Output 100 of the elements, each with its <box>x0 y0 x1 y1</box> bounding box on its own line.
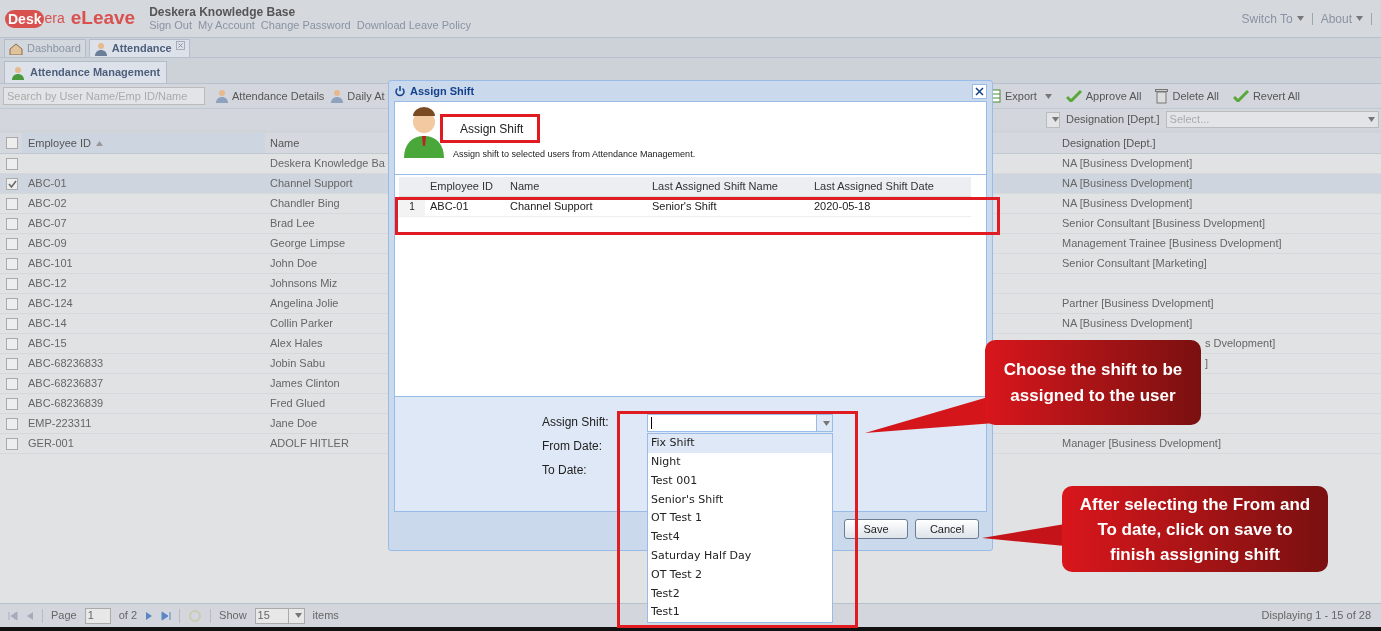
items-label: items <box>312 608 339 624</box>
toolbar-button[interactable]: Daily At <box>330 87 385 105</box>
row-checkbox[interactable] <box>6 377 18 390</box>
table-cell: Collin Parker <box>270 317 333 330</box>
person-icon <box>330 89 345 103</box>
toolbar-button[interactable]: Revert All <box>1232 87 1300 105</box>
row-checkbox[interactable] <box>6 177 18 190</box>
dropdown-option[interactable]: Fix Shift <box>648 434 832 453</box>
table-cell: ABC-15 <box>28 337 67 350</box>
table-cell: ABC-01 <box>28 177 67 190</box>
last-page-icon[interactable] <box>161 610 172 621</box>
close-icon[interactable] <box>175 41 185 50</box>
sort-icon <box>96 140 103 146</box>
page-size-select[interactable]: 15 <box>254 607 305 624</box>
check-icon <box>1065 90 1082 102</box>
house-icon <box>9 42 23 55</box>
caret-icon <box>823 420 830 426</box>
page-field[interactable]: 1 <box>84 607 111 624</box>
shift-combo[interactable] <box>647 414 833 432</box>
table-cell: Jobin Sabu <box>270 357 326 370</box>
table-cell: Partner [Business Dvelopment] <box>1062 297 1214 310</box>
table-cell: ABC-14 <box>28 317 67 330</box>
caret-icon <box>294 613 302 618</box>
table-cell: NA [Business Dvelopment] <box>1062 197 1193 210</box>
row-checkbox[interactable] <box>6 297 18 310</box>
caret-icon <box>1051 117 1059 122</box>
row-checkbox[interactable] <box>6 397 18 410</box>
person-icon <box>215 89 229 103</box>
dropdown-option[interactable]: Test 001 <box>648 471 832 491</box>
table-cell: John Doe <box>270 257 318 270</box>
sub-tab[interactable]: Attendance Management <box>4 61 168 83</box>
table-cell: NA [Business Dvelopment] <box>1062 317 1193 330</box>
row-checkbox[interactable] <box>6 277 18 290</box>
field-label: Assign Shift: <box>542 414 609 429</box>
table-cell: Senior Consultant [Business Dvelopment] <box>1062 217 1265 230</box>
table-cell-text: 2020-05-18 <box>813 199 872 215</box>
table-cell: George Limpse <box>270 237 346 250</box>
table-cell: ABC-68236833 <box>28 357 104 370</box>
row-checkbox[interactable] <box>6 197 18 210</box>
previous-page-icon[interactable] <box>26 610 34 621</box>
table-cell: Chandler Bing <box>270 197 340 210</box>
table-cell: Fred Glued <box>270 397 326 410</box>
row-checkbox[interactable] <box>6 437 18 450</box>
product-name: eLeave <box>70 6 136 31</box>
column-header[interactable]: Designation [Dept.] <box>1057 134 1381 152</box>
row-checkbox[interactable] <box>6 217 18 230</box>
field-label: From Date: <box>542 438 602 453</box>
dropdown-option[interactable]: Test1 <box>648 603 832 622</box>
dialog-button[interactable]: Save <box>844 519 908 539</box>
table-cell: NA [Business Dvelopment] <box>1062 157 1193 170</box>
dropdown-option[interactable]: OT Test 2 <box>648 565 832 585</box>
dropdown-option[interactable]: Night <box>648 452 832 472</box>
toolbar-button[interactable]: Attendance Details <box>215 87 325 105</box>
person-icon <box>93 41 108 56</box>
table-cell: s Dvelopment] <box>1205 337 1276 350</box>
row-checkbox[interactable] <box>6 357 18 370</box>
row-checkbox[interactable] <box>6 257 18 270</box>
row-checkbox[interactable] <box>6 157 18 170</box>
company-name: Deskera Knowledge Base <box>149 5 297 19</box>
table-cell: ABC-07 <box>28 217 67 230</box>
refresh-icon[interactable] <box>188 608 203 623</box>
dropdown-option[interactable]: Senior's Shift <box>648 490 832 510</box>
table-cell: ABC-68236837 <box>28 377 104 390</box>
row-checkbox[interactable] <box>6 317 18 330</box>
first-page-icon[interactable] <box>8 610 18 621</box>
tab-label: Attendance <box>111 41 172 57</box>
next-page-icon[interactable] <box>145 610 154 621</box>
column-header[interactable]: Employee ID <box>22 133 265 153</box>
main-tab[interactable]: Attendance <box>88 39 190 57</box>
table-cell: ABC-124 <box>28 297 73 310</box>
column-header[interactable]: Employee ID <box>425 178 505 195</box>
table-cell: ABC-101 <box>28 257 73 270</box>
callout-bubble: Choose the shift to be assigned to the user <box>985 340 1201 425</box>
column-header[interactable]: Name <box>505 178 647 195</box>
row-checkbox[interactable] <box>6 137 18 149</box>
person-icon <box>11 65 25 80</box>
row-checkbox[interactable] <box>6 337 18 350</box>
table-cell: Senior Consultant [Marketing] <box>1062 257 1207 270</box>
close-button[interactable] <box>972 83 987 99</box>
column-header[interactable]: Last Assigned Shift Date <box>809 178 969 195</box>
dropdown-option[interactable]: Saturday Half Day <box>648 546 832 566</box>
dropdown-option[interactable]: Test4 <box>648 528 832 547</box>
toolbar-button[interactable]: Delete All <box>1155 87 1219 105</box>
check-icon <box>1232 90 1249 102</box>
dialog-description: Assign shift to selected users from Attendance Management. <box>453 148 696 161</box>
table-cell: ABC-09 <box>28 237 67 250</box>
column-header[interactable]: Last Assigned Shift Name <box>647 178 809 195</box>
user-figure-icon <box>403 106 445 158</box>
row-checkbox[interactable] <box>6 417 18 430</box>
dialog-button[interactable]: Cancel <box>915 519 979 539</box>
page-label: Page <box>51 608 77 624</box>
table-cell-text: Channel Support <box>509 199 594 215</box>
dropdown-option[interactable]: Test2 <box>648 584 832 604</box>
dialog-heading: Assign Shift <box>460 121 525 138</box>
toolbar-button[interactable]: Approve All <box>1065 87 1142 105</box>
row-checkbox[interactable] <box>6 237 18 250</box>
dropdown-option[interactable]: OT Test 1 <box>648 509 832 528</box>
search-field[interactable]: Search by User Name/Emp ID/Name <box>3 87 205 105</box>
table-cell: Channel Support <box>270 177 353 190</box>
caret-icon <box>1356 16 1363 21</box>
